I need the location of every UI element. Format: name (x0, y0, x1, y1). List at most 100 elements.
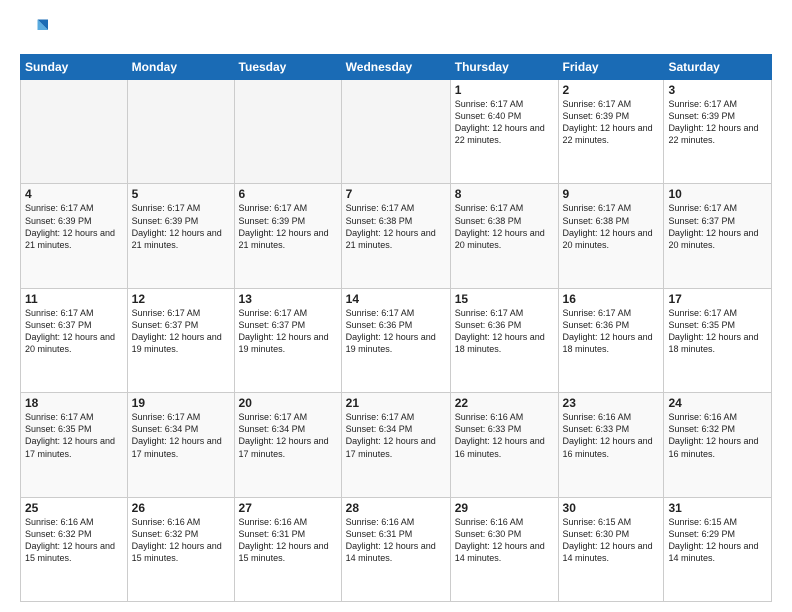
day-number: 1 (455, 83, 554, 97)
calendar-cell-25: 25Sunrise: 6:16 AMSunset: 6:32 PMDayligh… (21, 497, 128, 601)
calendar-cell-21: 21Sunrise: 6:17 AMSunset: 6:34 PMDayligh… (341, 393, 450, 497)
day-number: 6 (239, 187, 337, 201)
day-number: 28 (346, 501, 446, 515)
day-number: 24 (668, 396, 767, 410)
calendar-header-thursday: Thursday (450, 55, 558, 80)
day-info: Sunrise: 6:17 AMSunset: 6:36 PMDaylight:… (346, 307, 446, 356)
day-info: Sunrise: 6:17 AMSunset: 6:38 PMDaylight:… (563, 202, 660, 251)
day-number: 26 (132, 501, 230, 515)
logo (20, 16, 52, 44)
calendar-header-friday: Friday (558, 55, 664, 80)
calendar-cell-26: 26Sunrise: 6:16 AMSunset: 6:32 PMDayligh… (127, 497, 234, 601)
day-info: Sunrise: 6:16 AMSunset: 6:30 PMDaylight:… (455, 516, 554, 565)
day-info: Sunrise: 6:17 AMSunset: 6:39 PMDaylight:… (25, 202, 123, 251)
day-number: 31 (668, 501, 767, 515)
day-number: 27 (239, 501, 337, 515)
day-info: Sunrise: 6:17 AMSunset: 6:34 PMDaylight:… (346, 411, 446, 460)
day-number: 12 (132, 292, 230, 306)
day-info: Sunrise: 6:17 AMSunset: 6:36 PMDaylight:… (563, 307, 660, 356)
calendar-header-wednesday: Wednesday (341, 55, 450, 80)
calendar-header-saturday: Saturday (664, 55, 772, 80)
header (20, 16, 772, 44)
calendar-cell-4: 4Sunrise: 6:17 AMSunset: 6:39 PMDaylight… (21, 184, 128, 288)
calendar-header-tuesday: Tuesday (234, 55, 341, 80)
day-number: 8 (455, 187, 554, 201)
day-number: 23 (563, 396, 660, 410)
calendar-week-4: 25Sunrise: 6:16 AMSunset: 6:32 PMDayligh… (21, 497, 772, 601)
calendar-cell-2: 2Sunrise: 6:17 AMSunset: 6:39 PMDaylight… (558, 80, 664, 184)
day-number: 15 (455, 292, 554, 306)
day-number: 22 (455, 396, 554, 410)
calendar-cell-24: 24Sunrise: 6:16 AMSunset: 6:32 PMDayligh… (664, 393, 772, 497)
day-info: Sunrise: 6:16 AMSunset: 6:32 PMDaylight:… (132, 516, 230, 565)
day-info: Sunrise: 6:17 AMSunset: 6:37 PMDaylight:… (239, 307, 337, 356)
calendar-header-sunday: Sunday (21, 55, 128, 80)
day-info: Sunrise: 6:16 AMSunset: 6:32 PMDaylight:… (668, 411, 767, 460)
day-info: Sunrise: 6:17 AMSunset: 6:40 PMDaylight:… (455, 98, 554, 147)
calendar-week-2: 11Sunrise: 6:17 AMSunset: 6:37 PMDayligh… (21, 288, 772, 392)
calendar-cell-12: 12Sunrise: 6:17 AMSunset: 6:37 PMDayligh… (127, 288, 234, 392)
calendar-cell-23: 23Sunrise: 6:16 AMSunset: 6:33 PMDayligh… (558, 393, 664, 497)
day-number: 14 (346, 292, 446, 306)
day-info: Sunrise: 6:17 AMSunset: 6:38 PMDaylight:… (455, 202, 554, 251)
calendar-cell-22: 22Sunrise: 6:16 AMSunset: 6:33 PMDayligh… (450, 393, 558, 497)
calendar-header-row: SundayMondayTuesdayWednesdayThursdayFrid… (21, 55, 772, 80)
day-info: Sunrise: 6:17 AMSunset: 6:37 PMDaylight:… (132, 307, 230, 356)
calendar-cell-3: 3Sunrise: 6:17 AMSunset: 6:39 PMDaylight… (664, 80, 772, 184)
calendar-cell-5: 5Sunrise: 6:17 AMSunset: 6:39 PMDaylight… (127, 184, 234, 288)
calendar-cell-18: 18Sunrise: 6:17 AMSunset: 6:35 PMDayligh… (21, 393, 128, 497)
calendar-table: SundayMondayTuesdayWednesdayThursdayFrid… (20, 54, 772, 602)
calendar-cell-empty (234, 80, 341, 184)
day-info: Sunrise: 6:15 AMSunset: 6:29 PMDaylight:… (668, 516, 767, 565)
calendar-cell-13: 13Sunrise: 6:17 AMSunset: 6:37 PMDayligh… (234, 288, 341, 392)
day-info: Sunrise: 6:15 AMSunset: 6:30 PMDaylight:… (563, 516, 660, 565)
calendar-cell-14: 14Sunrise: 6:17 AMSunset: 6:36 PMDayligh… (341, 288, 450, 392)
day-info: Sunrise: 6:17 AMSunset: 6:35 PMDaylight:… (668, 307, 767, 356)
calendar-cell-1: 1Sunrise: 6:17 AMSunset: 6:40 PMDaylight… (450, 80, 558, 184)
day-number: 25 (25, 501, 123, 515)
day-number: 11 (25, 292, 123, 306)
day-info: Sunrise: 6:17 AMSunset: 6:39 PMDaylight:… (563, 98, 660, 147)
day-number: 29 (455, 501, 554, 515)
calendar-cell-6: 6Sunrise: 6:17 AMSunset: 6:39 PMDaylight… (234, 184, 341, 288)
day-info: Sunrise: 6:16 AMSunset: 6:31 PMDaylight:… (346, 516, 446, 565)
day-number: 30 (563, 501, 660, 515)
day-number: 3 (668, 83, 767, 97)
calendar-page: SundayMondayTuesdayWednesdayThursdayFrid… (0, 0, 792, 612)
day-number: 4 (25, 187, 123, 201)
calendar-header-monday: Monday (127, 55, 234, 80)
calendar-cell-28: 28Sunrise: 6:16 AMSunset: 6:31 PMDayligh… (341, 497, 450, 601)
calendar-week-1: 4Sunrise: 6:17 AMSunset: 6:39 PMDaylight… (21, 184, 772, 288)
day-info: Sunrise: 6:16 AMSunset: 6:32 PMDaylight:… (25, 516, 123, 565)
day-number: 18 (25, 396, 123, 410)
calendar-cell-17: 17Sunrise: 6:17 AMSunset: 6:35 PMDayligh… (664, 288, 772, 392)
day-number: 7 (346, 187, 446, 201)
day-number: 13 (239, 292, 337, 306)
calendar-week-0: 1Sunrise: 6:17 AMSunset: 6:40 PMDaylight… (21, 80, 772, 184)
calendar-cell-31: 31Sunrise: 6:15 AMSunset: 6:29 PMDayligh… (664, 497, 772, 601)
calendar-cell-8: 8Sunrise: 6:17 AMSunset: 6:38 PMDaylight… (450, 184, 558, 288)
calendar-cell-empty (127, 80, 234, 184)
day-number: 20 (239, 396, 337, 410)
day-number: 16 (563, 292, 660, 306)
calendar-cell-19: 19Sunrise: 6:17 AMSunset: 6:34 PMDayligh… (127, 393, 234, 497)
day-info: Sunrise: 6:17 AMSunset: 6:39 PMDaylight:… (132, 202, 230, 251)
calendar-cell-30: 30Sunrise: 6:15 AMSunset: 6:30 PMDayligh… (558, 497, 664, 601)
calendar-cell-16: 16Sunrise: 6:17 AMSunset: 6:36 PMDayligh… (558, 288, 664, 392)
calendar-cell-27: 27Sunrise: 6:16 AMSunset: 6:31 PMDayligh… (234, 497, 341, 601)
day-info: Sunrise: 6:16 AMSunset: 6:33 PMDaylight:… (455, 411, 554, 460)
day-info: Sunrise: 6:17 AMSunset: 6:35 PMDaylight:… (25, 411, 123, 460)
day-info: Sunrise: 6:16 AMSunset: 6:31 PMDaylight:… (239, 516, 337, 565)
calendar-cell-15: 15Sunrise: 6:17 AMSunset: 6:36 PMDayligh… (450, 288, 558, 392)
day-info: Sunrise: 6:17 AMSunset: 6:37 PMDaylight:… (25, 307, 123, 356)
day-info: Sunrise: 6:16 AMSunset: 6:33 PMDaylight:… (563, 411, 660, 460)
day-number: 19 (132, 396, 230, 410)
logo-icon (20, 16, 48, 44)
day-number: 17 (668, 292, 767, 306)
calendar-cell-empty (341, 80, 450, 184)
day-number: 21 (346, 396, 446, 410)
day-number: 9 (563, 187, 660, 201)
day-info: Sunrise: 6:17 AMSunset: 6:39 PMDaylight:… (668, 98, 767, 147)
day-info: Sunrise: 6:17 AMSunset: 6:34 PMDaylight:… (239, 411, 337, 460)
calendar-week-3: 18Sunrise: 6:17 AMSunset: 6:35 PMDayligh… (21, 393, 772, 497)
